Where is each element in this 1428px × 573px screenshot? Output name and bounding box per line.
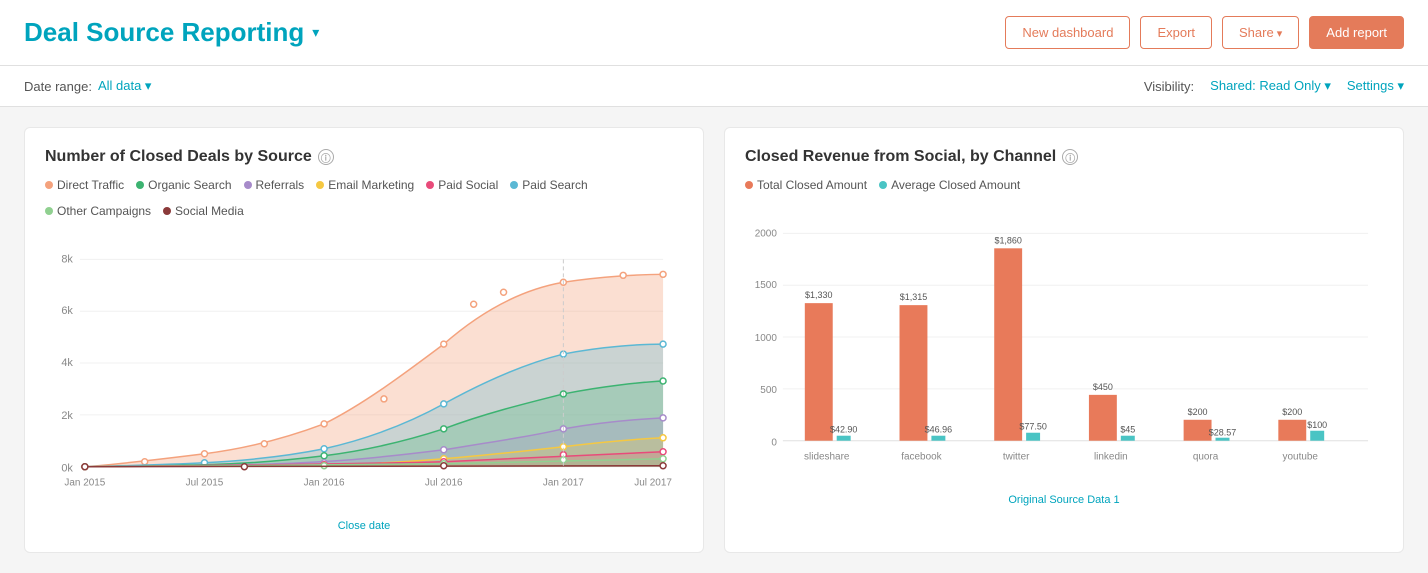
bar-slideshare-total[interactable]: [805, 303, 833, 441]
svg-text:$200: $200: [1188, 407, 1208, 417]
page-title: Deal Source Reporting: [24, 17, 304, 48]
legend-dot-average: [879, 181, 887, 189]
svg-text:$45: $45: [1120, 425, 1135, 435]
add-report-button[interactable]: Add report: [1309, 16, 1404, 49]
chart-closed-deals: Number of Closed Deals by Source ⓘ Direc…: [24, 127, 704, 553]
chart1-info-icon[interactable]: ⓘ: [318, 149, 334, 165]
header: Deal Source Reporting ▾ New dashboard Ex…: [0, 0, 1428, 66]
svg-text:$1,330: $1,330: [805, 290, 832, 300]
chart1-footer: Close date: [45, 520, 683, 532]
svg-text:youtube: youtube: [1283, 452, 1319, 463]
bar-linkedin-avg[interactable]: [1121, 436, 1135, 441]
bar-linkedin-total[interactable]: [1089, 395, 1117, 441]
chart-closed-revenue: Closed Revenue from Social, by Channel ⓘ…: [724, 127, 1404, 553]
bar-twitter-total[interactable]: [994, 248, 1022, 440]
svg-text:twitter: twitter: [1003, 452, 1030, 463]
bar-youtube-avg[interactable]: [1310, 431, 1324, 441]
bar-quora-total[interactable]: [1184, 420, 1212, 441]
svg-text:$450: $450: [1093, 382, 1113, 392]
header-left: Deal Source Reporting ▾: [24, 17, 319, 48]
legend-dot-paid-social: [426, 181, 434, 189]
svg-text:0k: 0k: [61, 463, 73, 475]
svg-text:$100: $100: [1307, 420, 1327, 430]
svg-text:1500: 1500: [755, 280, 778, 291]
chart1-area: 8k 6k 4k 2k 0k: [45, 234, 683, 514]
legend-dot-total: [745, 181, 753, 189]
legend-dot-paid-search: [510, 181, 518, 189]
visibility-label: Visibility:: [1144, 79, 1194, 94]
svg-text:Jan 2015: Jan 2015: [64, 478, 105, 489]
bar-quora-avg[interactable]: [1216, 438, 1230, 441]
bar-slideshare-avg[interactable]: [837, 436, 851, 441]
date-range-value[interactable]: All data ▾: [98, 78, 152, 94]
export-button[interactable]: Export: [1140, 16, 1212, 49]
svg-text:2k: 2k: [61, 410, 73, 422]
svg-text:quora: quora: [1193, 452, 1219, 463]
legend-item-total: Total Closed Amount: [745, 178, 867, 192]
bar-facebook-avg[interactable]: [931, 436, 945, 441]
chart2-legend: Total Closed Amount Average Closed Amoun…: [745, 178, 1383, 192]
legend-dot-other-campaigns: [45, 207, 53, 215]
toolbar: Date range: All data ▾ Visibility: Share…: [0, 66, 1428, 107]
chart2-footer: Original Source Data 1: [745, 494, 1383, 506]
toolbar-left: Date range: All data ▾: [24, 78, 151, 94]
dashboard: Number of Closed Deals by Source ⓘ Direc…: [0, 107, 1428, 573]
legend-item-referrals: Referrals: [244, 178, 305, 192]
share-button[interactable]: Share: [1222, 16, 1299, 49]
legend-item-average: Average Closed Amount: [879, 178, 1020, 192]
visibility-value[interactable]: Shared: Read Only ▾: [1210, 78, 1331, 94]
svg-text:$1,860: $1,860: [994, 235, 1021, 245]
bar-youtube-total[interactable]: [1278, 420, 1306, 441]
svg-text:$77.50: $77.50: [1019, 422, 1046, 432]
svg-text:slideshare: slideshare: [804, 452, 850, 463]
svg-text:Jul 2015: Jul 2015: [186, 478, 224, 489]
legend-item-organic-search: Organic Search: [136, 178, 231, 192]
chart1-legend: Direct Traffic Organic Search Referrals …: [45, 178, 683, 218]
svg-text:Jul 2017: Jul 2017: [634, 478, 672, 489]
bar-twitter-avg[interactable]: [1026, 433, 1040, 441]
svg-text:$28.57: $28.57: [1209, 428, 1236, 438]
legend-item-email-marketing: Email Marketing: [316, 178, 414, 192]
svg-text:2000: 2000: [755, 228, 778, 239]
chart2-area: 0 500 1000 1500 2000 $1,330 $42.: [745, 208, 1383, 488]
legend-item-social-media: Social Media: [163, 204, 244, 218]
chart1-svg: 8k 6k 4k 2k 0k: [45, 234, 683, 514]
svg-text:$1,315: $1,315: [900, 292, 927, 302]
toolbar-right: Visibility: Shared: Read Only ▾ Settings…: [1144, 78, 1404, 94]
svg-text:Jan 2017: Jan 2017: [543, 478, 584, 489]
title-dropdown-icon[interactable]: ▾: [312, 24, 319, 41]
svg-text:8k: 8k: [61, 253, 73, 265]
svg-text:4k: 4k: [61, 357, 73, 369]
chart1-title: Number of Closed Deals by Source ⓘ: [45, 148, 683, 166]
legend-item-paid-social: Paid Social: [426, 178, 498, 192]
svg-text:6k: 6k: [61, 305, 73, 317]
chart2-title: Closed Revenue from Social, by Channel ⓘ: [745, 148, 1383, 166]
legend-dot-referrals: [244, 181, 252, 189]
svg-text:Jan 2016: Jan 2016: [304, 478, 345, 489]
legend-dot-organic-search: [136, 181, 144, 189]
legend-item-other-campaigns: Other Campaigns: [45, 204, 151, 218]
chart2-svg: 0 500 1000 1500 2000 $1,330 $42.: [745, 208, 1383, 488]
svg-text:linkedin: linkedin: [1094, 452, 1128, 463]
svg-text:facebook: facebook: [901, 452, 941, 463]
legend-item-direct-traffic: Direct Traffic: [45, 178, 124, 192]
new-dashboard-button[interactable]: New dashboard: [1005, 16, 1130, 49]
settings-button[interactable]: Settings ▾: [1347, 78, 1404, 94]
header-actions: New dashboard Export Share Add report: [1005, 16, 1404, 49]
legend-item-paid-search: Paid Search: [510, 178, 587, 192]
svg-text:500: 500: [760, 385, 777, 396]
legend-dot-email-marketing: [316, 181, 324, 189]
svg-text:$46.96: $46.96: [925, 425, 952, 435]
svg-text:$42.90: $42.90: [830, 425, 857, 435]
legend-dot-direct-traffic: [45, 181, 53, 189]
svg-text:1000: 1000: [755, 333, 778, 344]
legend-dot-social-media: [163, 207, 171, 215]
svg-text:0: 0: [771, 438, 777, 449]
svg-text:$200: $200: [1282, 407, 1302, 417]
svg-text:Jul 2016: Jul 2016: [425, 478, 463, 489]
chart2-info-icon[interactable]: ⓘ: [1062, 149, 1078, 165]
date-range-label: Date range:: [24, 79, 92, 94]
bar-facebook-total[interactable]: [900, 305, 928, 441]
